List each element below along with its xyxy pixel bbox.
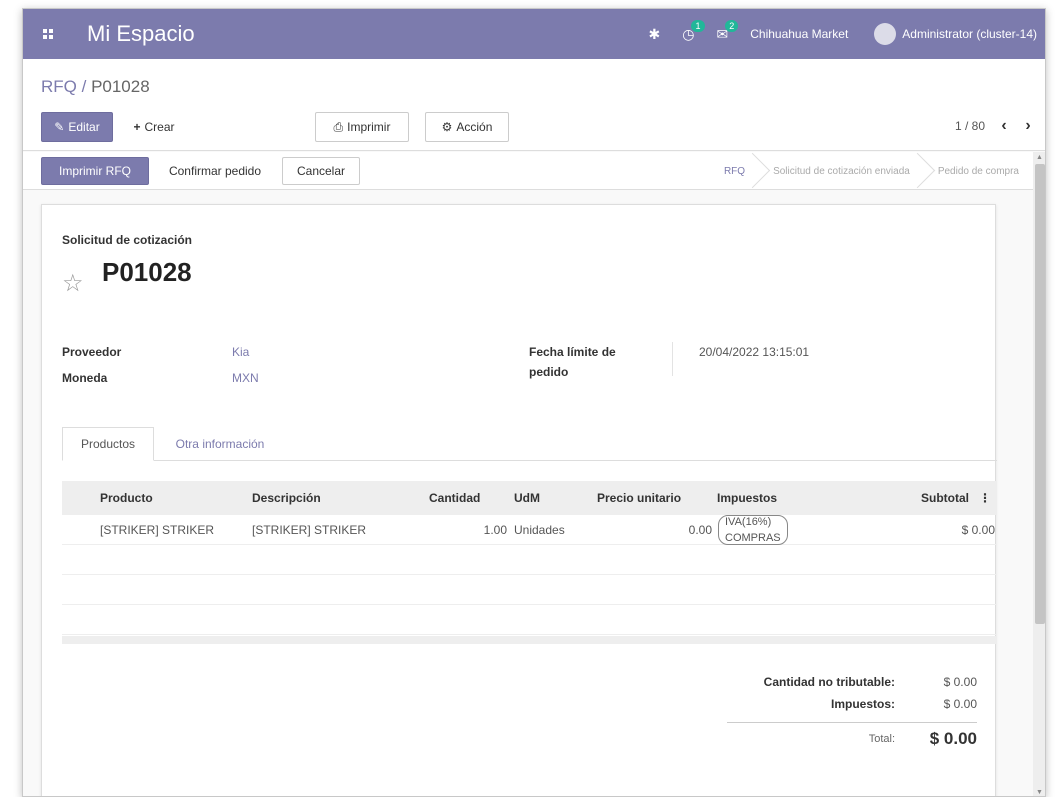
tab-other-info[interactable]: Otra información [158,427,282,461]
col-description[interactable]: Descripción [252,481,321,515]
total-value: $ 0.00 [929,729,977,748]
document-name: P01028 [102,257,192,287]
col-taxes[interactable]: Impuestos [717,481,777,515]
app-title[interactable]: Mi Espacio [87,21,195,47]
control-panel: RFQ / P01028 ✎ Editar + Crear ⎙ Imprimir ⚙ A… [23,59,1045,151]
taxes-row: Impuestos: $ 0.00 [727,697,977,719]
messages-icon[interactable]: ✉ 2 [717,19,739,43]
pager-previous-icon[interactable]: ‹ [993,113,1015,139]
deadline-label-line2: pedido [529,365,569,379]
app-window: Mi Espacio ✱ ◷ 1 ✉ 2 Chihuahua Market Admi… [22,8,1046,797]
stage-rfq: RFQ [704,152,759,190]
stage-purchase-order: Pedido de compra [937,165,1019,177]
pager-next-icon[interactable]: › [1017,113,1039,139]
untaxed-row: Cantidad no tributable: $ 0.00 [727,675,977,697]
action-button[interactable]: ⚙ Acción [425,112,509,142]
top-navbar: Mi Espacio ✱ ◷ 1 ✉ 2 Chihuahua Market Admi… [23,9,1045,59]
tab-products[interactable]: Productos [62,427,154,461]
deadline-value: 20/04/2022 13:15:01 [699,345,810,359]
vertical-scrollbar[interactable]: ▲ ▼ [1033,152,1045,796]
taxes-label: Impuestos: [830,697,895,711]
confirm-order-button[interactable]: Confirmar pedido [152,157,278,185]
untaxed-label: Cantidad no tributable: [763,675,895,689]
cell-subtotal: $ 0.00 [961,523,995,537]
total-label: Total: [868,733,895,745]
pager-value[interactable]: 1 / 80 [955,119,985,133]
empty-row [62,545,997,575]
total-row: Total: $ 0.00 [727,729,977,751]
cell-unit-price: 0.00 [688,523,712,537]
col-unit-price[interactable]: Precio unitario [597,481,681,515]
cell-quantity: 1.00 [483,523,507,537]
pencil-icon: ✎ [54,120,65,134]
breadcrumb-current: P01028 [91,77,150,96]
order-lines-table: Producto Descripción Cantidad UdM Precio… [62,481,997,644]
create-button[interactable]: + Crear [119,112,189,142]
user-menu[interactable]: Administrator (cluster-14) [902,27,1037,41]
print-rfq-button[interactable]: Imprimir RFQ [41,157,149,185]
stage-rfq-sent: Solicitud de cotización enviada [759,152,924,190]
untaxed-value: $ 0.00 [943,675,977,689]
cancel-button[interactable]: Cancelar [282,157,360,185]
col-uom[interactable]: UdM [514,481,540,515]
vendor-label: Proveedor [62,345,122,359]
notebook-tabs: Productos Otra información [62,427,997,461]
cell-uom: Unidades [514,523,565,537]
tax-tag: IVA(16%) COMPRAS [718,515,788,545]
document-type-label: Solicitud de cotización [62,233,193,247]
user-avatar[interactable] [874,23,897,45]
status-bar: Imprimir RFQ Confirmar pedido Cancelar R… [23,152,1033,190]
col-quantity[interactable]: Cantidad [429,481,480,515]
taxes-value: $ 0.00 [943,697,977,711]
field-divider [672,342,673,376]
totals-divider [727,722,977,723]
activity-clock-icon[interactable]: ◷ 1 [682,19,705,43]
breadcrumb: RFQ / P01028 [41,77,150,97]
cell-product: [STRIKER] STRIKER [100,523,215,537]
col-subtotal[interactable]: Subtotal [921,481,969,515]
column-options-icon[interactable]: ⋮ [979,481,991,515]
printer-icon: ⎙ [333,119,344,134]
plus-icon: + [133,120,141,134]
gear-icon: ⚙ [441,120,453,134]
cell-description: [STRIKER] STRIKER [252,523,367,537]
empty-row [62,605,997,635]
edit-button[interactable]: ✎ Editar [41,112,113,142]
print-button[interactable]: ⎙ Imprimir [315,112,409,142]
scroll-down-icon[interactable]: ▼ [1036,789,1043,796]
messages-badge: 2 [725,19,739,32]
totals-panel: Cantidad no tributable: $ 0.00 Impuestos… [727,675,977,751]
activity-badge: 1 [691,19,705,32]
deadline-label: Fecha límite de [529,345,616,359]
scroll-up-icon[interactable]: ▲ [1036,154,1043,161]
empty-row [62,575,997,605]
breadcrumb-separator: / [76,77,92,96]
apps-menu-icon[interactable] [31,9,65,59]
star-icon[interactable]: ☆ [62,269,84,298]
currency-value[interactable]: MXN [232,371,259,385]
form-sheet: Solicitud de cotización ☆ P01028 Proveed… [41,204,997,796]
company-switcher[interactable]: Chihuahua Market [750,27,848,41]
bug-icon[interactable]: ✱ [649,26,661,43]
col-product[interactable]: Producto [100,481,153,515]
table-footer [62,636,997,644]
stage-pipeline: RFQ Solicitud de cotización enviada Pedi… [704,152,1033,190]
vendor-value[interactable]: Kia [232,345,249,359]
currency-label: Moneda [62,371,108,385]
table-row[interactable]: [STRIKER] STRIKER [STRIKER] STRIKER 1.00… [62,515,997,545]
breadcrumb-parent[interactable]: RFQ [41,77,77,96]
scrollbar-thumb[interactable] [1035,164,1045,624]
table-header: Producto Descripción Cantidad UdM Precio… [62,481,997,515]
